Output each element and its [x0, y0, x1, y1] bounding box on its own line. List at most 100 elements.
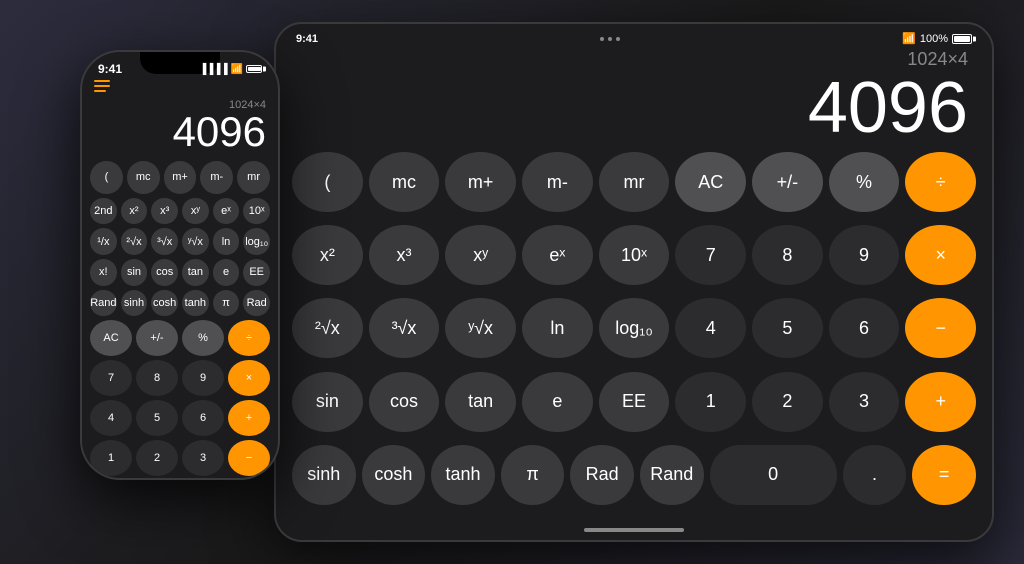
ipad-expression: 1024×4 [300, 49, 968, 70]
iphone-btn-m[interactable]: m+ [164, 161, 197, 194]
ipad-btn-[interactable]: − [905, 298, 976, 358]
ipad-btn-e[interactable]: eˣ [522, 225, 593, 285]
ipad-btn-[interactable]: . [843, 445, 907, 505]
iphone-btn-m[interactable]: m- [200, 161, 233, 194]
iphone-btn-Rad[interactable]: Rad [243, 290, 270, 317]
ipad-btn-ln[interactable]: ln [522, 298, 593, 358]
iphone-btn-7[interactable]: 7 [90, 360, 132, 396]
ipad-btn-x[interactable]: ³√x [369, 298, 440, 358]
ipad-btn-9[interactable]: 9 [829, 225, 900, 285]
ipad-btn-cosh[interactable]: cosh [362, 445, 426, 505]
iphone-btn-log[interactable]: log₁₀ [243, 228, 270, 255]
iphone-btn-[interactable]: ( [90, 161, 123, 194]
ipad-btn-[interactable]: ( [292, 152, 363, 212]
iphone-menu-icon[interactable] [82, 76, 278, 99]
ipad-btn-1[interactable]: 1 [675, 372, 746, 432]
iphone-btn-[interactable]: − [228, 440, 270, 476]
ipad-btn-0[interactable]: 0 [710, 445, 837, 505]
ipad-btn-sin[interactable]: sin [292, 372, 363, 432]
iphone-btn-2[interactable]: 2 [136, 440, 178, 476]
ipad-btn-6[interactable]: 6 [829, 298, 900, 358]
iphone-btn-[interactable]: ÷ [228, 320, 270, 356]
iphone-btn-x[interactable]: x³ [151, 198, 178, 225]
ipad-btn-[interactable]: + [905, 372, 976, 432]
iphone-row-4: RandsinhcoshtanhπRad [90, 290, 270, 317]
iphone-btn-ln[interactable]: ln [213, 228, 240, 255]
iphone-btn-x[interactable]: xʸ [182, 198, 209, 225]
iphone-btn-[interactable]: × [228, 360, 270, 396]
iphone-btn-3[interactable]: 3 [182, 440, 224, 476]
iphone-btn-[interactable]: +/- [136, 320, 178, 356]
ipad-btn-e[interactable]: e [522, 372, 593, 432]
iphone-btn-1[interactable]: 1 [90, 440, 132, 476]
iphone-btn-[interactable]: % [182, 320, 224, 356]
iphone-btn-EE[interactable]: EE [243, 259, 270, 286]
iphone-btn-tan[interactable]: tan [182, 259, 209, 286]
iphone-btn-4[interactable]: 4 [90, 400, 132, 436]
wifi-icon: 📶 [902, 32, 916, 45]
ipad-btn-4[interactable]: 4 [675, 298, 746, 358]
iphone-btn-sin[interactable]: sin [121, 259, 148, 286]
iphone-btn-tanh[interactable]: tanh [182, 290, 209, 317]
ipad-btn-AC[interactable]: AC [675, 152, 746, 212]
ipad-btn-m[interactable]: m+ [445, 152, 516, 212]
iphone-btn-8[interactable]: 8 [136, 360, 178, 396]
ipad-btn-x[interactable]: x² [292, 225, 363, 285]
iphone-btn-[interactable]: + [228, 400, 270, 436]
ipad-btn-EE[interactable]: EE [599, 372, 670, 432]
iphone-btn-x[interactable]: x! [90, 259, 117, 286]
ipad-btn-7[interactable]: 7 [675, 225, 746, 285]
iphone-btn-Rand[interactable]: Rand [90, 290, 117, 317]
ipad-btn-[interactable]: × [905, 225, 976, 285]
ipad-btn-[interactable]: % [829, 152, 900, 212]
iphone-btn-x[interactable]: ²√x [121, 228, 148, 255]
ipad-btn-[interactable]: ÷ [905, 152, 976, 212]
ipad-status-right: 📶 100% [902, 32, 972, 45]
ipad-btn-x[interactable]: ʸ√x [445, 298, 516, 358]
ipad-device: 9:41 📶 100% 1024×4 4096 (mcm+m-mrAC+/-%÷… [274, 22, 994, 542]
ipad-btn-5[interactable]: 5 [752, 298, 823, 358]
iphone-btn-5[interactable]: 5 [136, 400, 178, 436]
iphone-btn-sinh[interactable]: sinh [121, 290, 148, 317]
iphone-btn-2nd[interactable]: 2nd [90, 198, 117, 225]
ipad-btn-8[interactable]: 8 [752, 225, 823, 285]
iphone-btn-10[interactable]: 10ˣ [243, 198, 270, 225]
iphone-btn-x[interactable]: ³√x [151, 228, 178, 255]
iphone-btn-9[interactable]: 9 [182, 360, 224, 396]
iphone-btn-x[interactable]: ¹/x [90, 228, 117, 255]
iphone-btn-cosh[interactable]: cosh [151, 290, 178, 317]
iphone-btn-AC[interactable]: AC [90, 320, 132, 356]
ipad-btn-3[interactable]: 3 [829, 372, 900, 432]
iphone-btn-mc[interactable]: mc [127, 161, 160, 194]
ipad-btn-log[interactable]: log₁₀ [599, 298, 670, 358]
battery-icon [246, 65, 262, 73]
ipad-btn-tan[interactable]: tan [445, 372, 516, 432]
ipad-btn-[interactable]: π [501, 445, 565, 505]
ipad-btn-m[interactable]: m- [522, 152, 593, 212]
ipad-btn-tanh[interactable]: tanh [431, 445, 495, 505]
iphone-btn-x[interactable]: ʸ√x [182, 228, 209, 255]
ipad-btn-x[interactable]: x³ [369, 225, 440, 285]
iphone-btn-[interactable]: π [213, 290, 240, 317]
ipad-btn-x[interactable]: xʸ [445, 225, 516, 285]
iphone-btn-mr[interactable]: mr [237, 161, 270, 194]
ipad-btn-mc[interactable]: mc [369, 152, 440, 212]
iphone-btn-e[interactable]: eˣ [213, 198, 240, 225]
iphone-btn-cos[interactable]: cos [151, 259, 178, 286]
ipad-calculator-area: 1024×4 4 0 9 6 (mcm+m-mrAC+/-%÷ x²x³xʸeˣ10ˣ7… [276, 49, 992, 524]
ipad-btn-cos[interactable]: cos [369, 372, 440, 432]
ipad-btn-Rand[interactable]: Rand [640, 445, 704, 505]
ipad-row-3: sincostaneEE123+ [292, 372, 976, 439]
ipad-btn-mr[interactable]: mr [599, 152, 670, 212]
iphone-btn-e[interactable]: e [213, 259, 240, 286]
iphone-btn-6[interactable]: 6 [182, 400, 224, 436]
iphone-device: 9:41 ▐▐▐▐ 📶 1024×4 4096 (mcm+m-mr2ndx²x³… [80, 50, 280, 480]
ipad-btn-10[interactable]: 10ˣ [599, 225, 670, 285]
ipad-btn-Rad[interactable]: Rad [570, 445, 634, 505]
ipad-btn-[interactable]: = [912, 445, 976, 505]
ipad-btn-2[interactable]: 2 [752, 372, 823, 432]
ipad-btn-x[interactable]: ²√x [292, 298, 363, 358]
ipad-btn-sinh[interactable]: sinh [292, 445, 356, 505]
ipad-btn-[interactable]: +/- [752, 152, 823, 212]
iphone-btn-x[interactable]: x² [121, 198, 148, 225]
